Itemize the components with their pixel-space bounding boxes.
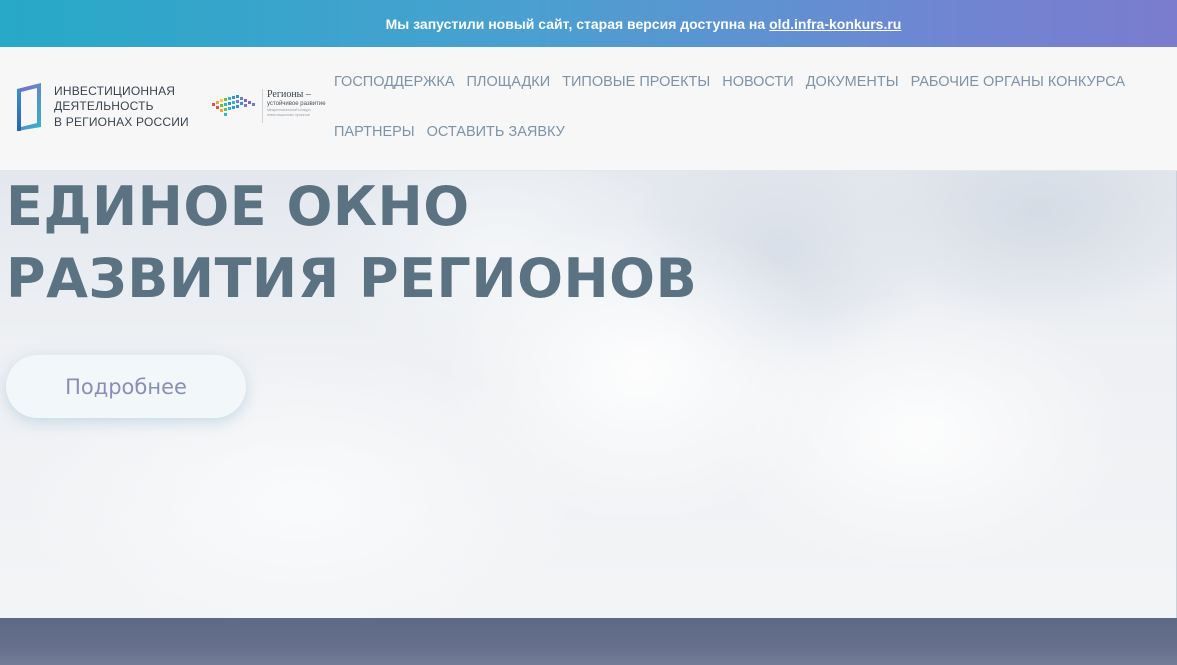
nav-item-partnery[interactable]: Партнеры	[334, 123, 415, 173]
brand-line: в регионах России	[54, 114, 189, 129]
site-logo[interactable]: Инвестиционная деятельность в регионах Р…	[15, 83, 189, 131]
more-button[interactable]: Подробнее	[6, 355, 246, 418]
partner-logo[interactable]: Регионы – устойчивое развитие Межрегиона…	[210, 89, 326, 123]
next-section-preview	[0, 618, 1177, 665]
hero-title: Единое окно развития регионов	[6, 175, 698, 310]
nav-item-novosti[interactable]: Новости	[722, 73, 794, 123]
brand-line: Инвестиционная	[54, 83, 176, 98]
main-nav: Господдержка Площадки Типовые проекты Но…	[334, 73, 1164, 173]
partner-subtitle: устойчивое развитие	[267, 101, 326, 107]
brand-line: деятельность	[54, 99, 154, 114]
brand-name: Инвестиционная деятельность в регионах Р…	[54, 84, 189, 131]
nav-item-ploshchadki[interactable]: Площадки	[467, 73, 551, 123]
nav-item-gospodderzhka[interactable]: Господдержка	[334, 73, 455, 123]
site-header: Инвестиционная деятельность в регионах Р…	[0, 47, 1177, 171]
nav-item-rabochie-organy[interactable]: Рабочие органы конкурса	[911, 73, 1126, 123]
russia-map-icon	[212, 95, 255, 116]
announcement-banner: Мы запустили новый сайт, старая версия д…	[0, 0, 1177, 47]
old-site-link[interactable]: old.infra-konkurs.ru	[769, 16, 901, 32]
announcement-text: Мы запустили новый сайт, старая версия д…	[385, 15, 766, 32]
nav-item-tipovye-proekty[interactable]: Типовые проекты	[562, 73, 710, 123]
hero-section: Единое окно развития регионов Подробнее	[0, 171, 1177, 618]
nav-item-dokumenty[interactable]: Документы	[806, 73, 899, 123]
partner-title: Регионы –	[267, 89, 311, 100]
partner-caption: Межрегиональный конкурс инвестиционных п…	[267, 108, 311, 117]
nav-item-ostavit-zayavku[interactable]: Оставить заявку	[427, 123, 565, 173]
logo-icon	[17, 83, 41, 131]
